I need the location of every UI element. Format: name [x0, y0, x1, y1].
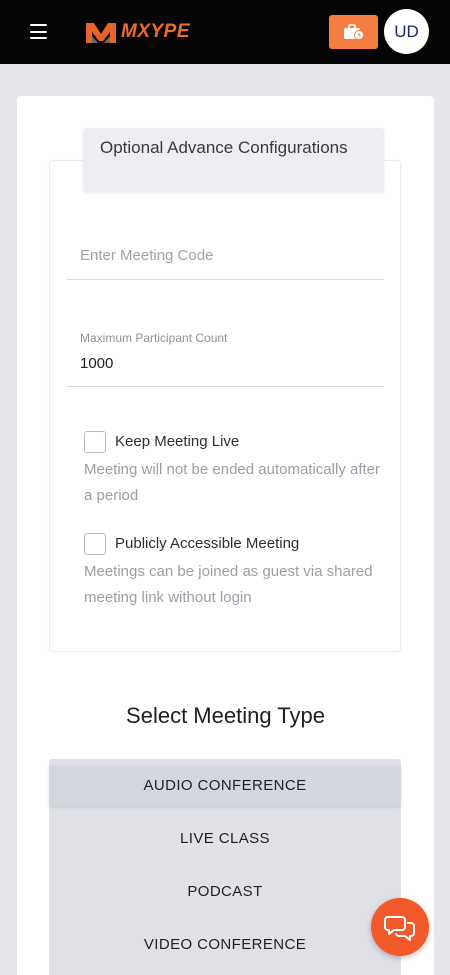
chat-bubbles-icon [384, 916, 415, 941]
public-access-label[interactable]: Publicly Accessible Meeting [115, 535, 299, 552]
hamburger-icon[interactable] [30, 24, 47, 39]
meeting-type-audio-conference[interactable]: AUDIO CONFERENCE [49, 766, 401, 806]
meeting-code-placeholder: Enter Meeting Code [80, 247, 214, 264]
meeting-type-list: AUDIO CONFERENCE LIVE CLASS PODCAST VIDE… [49, 759, 401, 975]
portfolio-button[interactable] [329, 15, 378, 49]
logo[interactable]: MXYPE [84, 17, 190, 47]
meeting-type-live-class[interactable]: LIVE CLASS [49, 819, 401, 859]
select-meeting-type-title: Select Meeting Type [126, 703, 325, 728]
public-access-description: Meetings can be joined as guest via shar… [84, 563, 373, 606]
meeting-code-input[interactable] [67, 279, 384, 280]
logo-mark-icon [86, 23, 116, 43]
meeting-form-card: Optional Advance Configurations Enter Me… [17, 96, 434, 975]
user-avatar[interactable]: UD [384, 9, 429, 54]
meeting-type-podcast[interactable]: PODCAST [49, 872, 401, 912]
briefcase-clock-icon [343, 24, 364, 40]
max-participant-input[interactable]: 1000 [80, 355, 113, 372]
max-participant-label: Maximum Participant Count [80, 331, 228, 345]
keep-live-description: Meeting will not be ended automatically … [84, 461, 381, 504]
top-bar: MXYPE UD [0, 0, 450, 64]
logo-text: MXYPE [121, 21, 191, 42]
public-access-checkbox[interactable] [84, 533, 106, 555]
advanced-config-tab[interactable]: Optional Advance Configurations [83, 128, 384, 192]
keep-live-checkbox[interactable] [84, 431, 106, 453]
chat-button[interactable] [371, 898, 429, 956]
keep-live-label[interactable]: Keep Meeting Live [115, 433, 239, 450]
max-participant-underline [67, 386, 384, 387]
meeting-type-video-conference[interactable]: VIDEO CONFERENCE [49, 925, 401, 965]
